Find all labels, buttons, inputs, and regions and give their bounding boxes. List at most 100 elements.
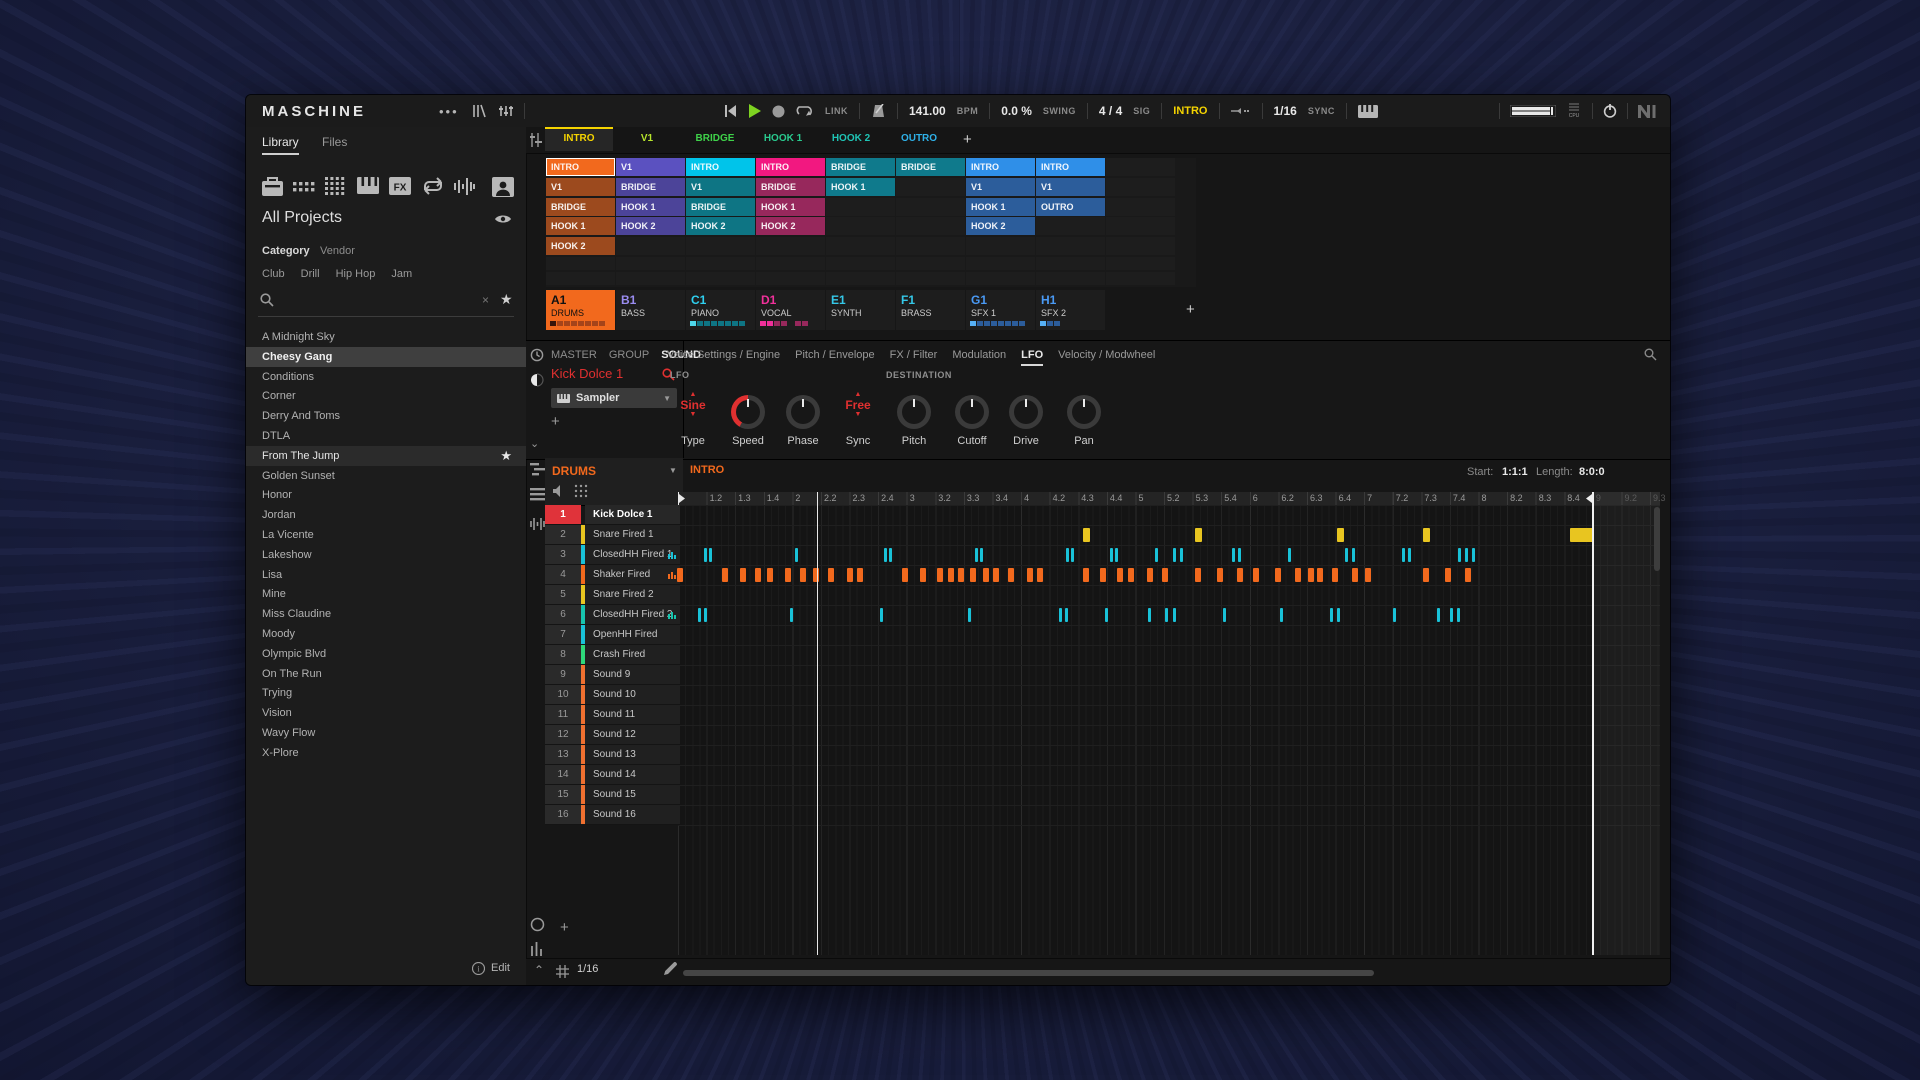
scene-tab-bridge[interactable]: BRIDGE — [681, 127, 749, 151]
pattern-cell[interactable]: HOOK 1 — [966, 198, 1035, 216]
note-event[interactable] — [1223, 608, 1226, 622]
note-event[interactable] — [1195, 528, 1202, 542]
sound-number[interactable]: 2 — [545, 525, 581, 545]
pattern-end-flag[interactable] — [1585, 492, 1593, 505]
pattern-cell-empty[interactable] — [826, 272, 895, 285]
note-event[interactable] — [1402, 548, 1405, 562]
note-event[interactable] — [1445, 568, 1451, 582]
note-event[interactable] — [790, 608, 793, 622]
pattern-cell[interactable]: V1 — [546, 178, 615, 196]
menu-dots-icon[interactable]: ••• — [439, 101, 459, 121]
tab-category[interactable]: Category — [262, 245, 310, 257]
play-button[interactable] — [748, 104, 761, 118]
page-tab-fx-filter[interactable]: FX / Filter — [890, 349, 938, 366]
note-event[interactable] — [1337, 528, 1344, 542]
note-event[interactable] — [975, 548, 978, 562]
note-event[interactable] — [1295, 568, 1301, 582]
pattern-cell[interactable]: INTRO — [756, 158, 825, 176]
note-event[interactable] — [1317, 568, 1323, 582]
group-f1[interactable]: F1BRASS — [896, 290, 965, 330]
eye-icon[interactable] — [494, 213, 512, 225]
note-event[interactable] — [1148, 608, 1151, 622]
project-item[interactable]: Honor — [246, 485, 526, 505]
pattern-cell-empty[interactable] — [756, 272, 825, 285]
note-event[interactable] — [1180, 548, 1183, 562]
sound-name[interactable]: Sound 9 — [585, 665, 680, 685]
note-event[interactable] — [902, 568, 908, 582]
start-value[interactable]: 1:1:1 — [1502, 466, 1528, 478]
pattern-cell-empty[interactable] — [616, 237, 685, 255]
project-item[interactable]: Golden Sunset — [246, 466, 526, 486]
note-event[interactable] — [857, 568, 863, 582]
sound-name[interactable]: Sound 16 — [585, 805, 680, 825]
link-button[interactable]: LINK — [825, 106, 848, 116]
sound-name[interactable]: Sound 12 — [585, 725, 680, 745]
loop-icon[interactable] — [421, 177, 443, 197]
note-event[interactable] — [704, 608, 707, 622]
pattern-end-marker[interactable] — [1592, 492, 1594, 955]
selector-type[interactable]: ▲Sine▼ — [665, 392, 721, 418]
editor-group-name[interactable]: DRUMS — [552, 464, 596, 478]
pattern-name-label[interactable]: INTRO — [690, 464, 724, 476]
note-event[interactable] — [970, 568, 976, 582]
page-tab-voice-settings-engine[interactable]: Voice Settings / Engine — [667, 349, 780, 366]
pattern-cell-empty[interactable] — [826, 198, 895, 216]
add-sound-button[interactable]: + — [560, 919, 569, 936]
current-scene-display[interactable]: INTRO — [1173, 105, 1207, 117]
project-item[interactable]: Lisa — [246, 565, 526, 585]
pattern-cell-empty[interactable] — [1106, 198, 1175, 216]
pattern-cell-empty[interactable] — [966, 237, 1035, 255]
case-icon[interactable] — [262, 177, 283, 197]
power-button[interactable] — [1603, 104, 1617, 118]
note-event[interactable] — [1100, 568, 1106, 582]
sound-number[interactable]: 1 — [545, 505, 581, 525]
pattern-cell[interactable]: INTRO — [686, 158, 755, 176]
pattern-cell-empty[interactable] — [896, 237, 965, 255]
note-event[interactable] — [1115, 548, 1118, 562]
pattern-cell-empty[interactable] — [616, 257, 685, 270]
sound-number[interactable]: 14 — [545, 765, 581, 785]
page-tab-lfo[interactable]: LFO — [1021, 349, 1043, 366]
project-item[interactable]: Lakeshow — [246, 545, 526, 565]
sound-number[interactable]: 15 — [545, 785, 581, 805]
project-item[interactable]: Jordan — [246, 505, 526, 525]
step-mode-icon[interactable] — [530, 942, 545, 956]
sound-number[interactable]: 3 — [545, 545, 581, 565]
sound-name[interactable]: Sound 13 — [585, 745, 680, 765]
note-event[interactable] — [740, 568, 746, 582]
info-icon[interactable]: i — [472, 962, 485, 975]
snap-value[interactable]: 1/16 — [577, 963, 598, 975]
tab-vendor[interactable]: Vendor — [320, 245, 355, 257]
pattern-cell-empty[interactable] — [686, 237, 755, 255]
knob-pitch[interactable] — [897, 395, 931, 429]
pattern-cell-empty[interactable] — [966, 272, 1035, 285]
project-item[interactable]: Corner — [246, 386, 526, 406]
note-event[interactable] — [1008, 568, 1014, 582]
note-event[interactable] — [884, 548, 887, 562]
note-event[interactable] — [1423, 568, 1429, 582]
note-event[interactable] — [800, 568, 806, 582]
pattern-cell[interactable]: V1 — [1036, 178, 1105, 196]
collapse-control-chevron[interactable]: ⌄ — [530, 437, 539, 450]
page-tab-velocity-modwheel[interactable]: Velocity / Modwheel — [1058, 349, 1155, 366]
pattern-cell[interactable]: BRIDGE — [826, 158, 895, 176]
knob-speed[interactable] — [731, 395, 765, 429]
project-item[interactable]: Olympic Blvd — [246, 644, 526, 664]
pattern-cell-empty[interactable] — [546, 272, 615, 285]
pattern-cell-empty[interactable] — [1036, 257, 1105, 270]
project-item[interactable]: A Midnight Sky — [246, 327, 526, 347]
filter-hip-hop[interactable]: Hip Hop — [336, 268, 376, 280]
scene-tab-intro[interactable]: INTRO — [545, 127, 613, 151]
project-item[interactable]: From The Jump★ — [246, 446, 526, 466]
note-event[interactable] — [1465, 548, 1468, 562]
perform-grid-icon[interactable] — [1231, 106, 1251, 116]
group-d1[interactable]: D1VOCAL — [756, 290, 825, 330]
pencil-icon[interactable] — [664, 962, 677, 975]
note-event[interactable] — [1330, 608, 1333, 622]
pattern-cell-empty[interactable] — [896, 272, 965, 285]
project-item[interactable]: X-Plore — [246, 743, 526, 763]
note-event[interactable] — [1423, 528, 1430, 542]
project-item[interactable]: Wavy Flow — [246, 723, 526, 743]
pattern-cell-empty[interactable] — [546, 257, 615, 270]
sound-name[interactable]: OpenHH Fired — [585, 625, 680, 645]
